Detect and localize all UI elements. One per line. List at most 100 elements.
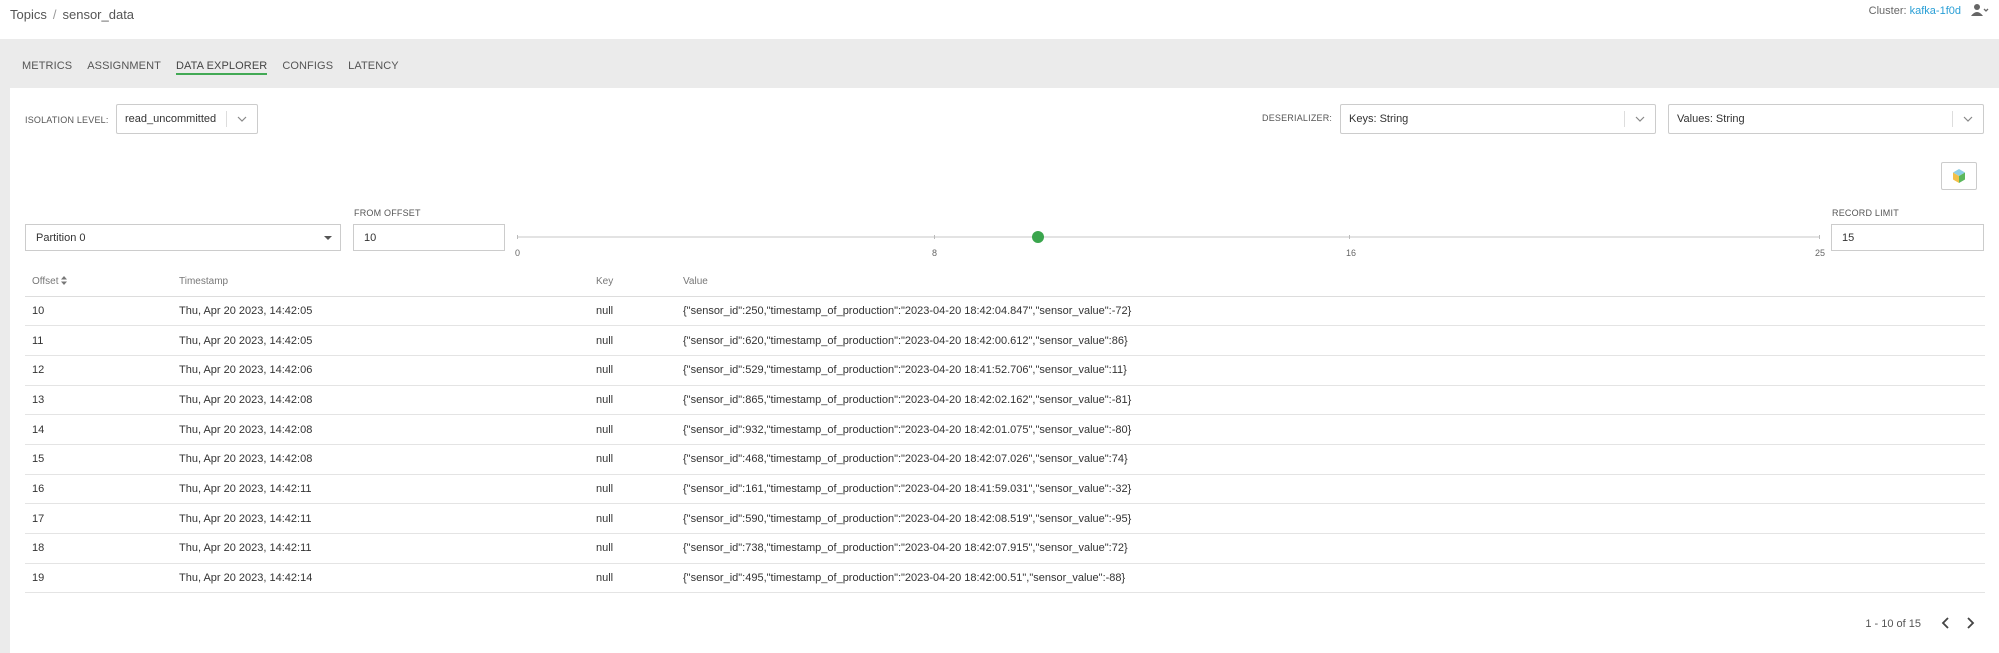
tab-configs[interactable]: CONFIGS	[282, 60, 333, 75]
offset-header-label: Offset	[32, 276, 59, 287]
cell-timestamp: Thu, Apr 20 2023, 14:42:08	[172, 385, 589, 416]
chevron-right-icon[interactable]	[1963, 616, 1977, 630]
cell-offset: 11	[25, 325, 172, 356]
table-body: 10 Thu, Apr 20 2023, 14:42:05 null {"sensor…	[25, 296, 1985, 594]
value-column-header: Value	[683, 276, 708, 287]
table-row[interactable]: 17 Thu, Apr 20 2023, 14:42:11 null {"sensor…	[25, 503, 1985, 534]
tab-assignment[interactable]: ASSIGNMENT	[87, 60, 161, 75]
isolation-level-select[interactable]: read_uncommitted	[116, 104, 258, 134]
cell-offset: 14	[25, 414, 172, 445]
offset-slider-thumb[interactable]	[1032, 231, 1045, 243]
cell-value: {"sensor_id":932,"timestamp_of_productio…	[676, 414, 1985, 445]
cube-icon	[1953, 169, 1965, 183]
cell-key: null	[589, 503, 676, 534]
slider-tick-label: 0	[515, 248, 521, 258]
tab-metrics[interactable]: METRICS	[22, 60, 72, 75]
partition-select[interactable]: Partition 0	[25, 224, 341, 251]
cell-value: {"sensor_id":738,"timestamp_of_productio…	[676, 533, 1985, 564]
deserializer-label: DESERIALIZER:	[1262, 113, 1333, 123]
isolation-level-label: ISOLATION LEVEL:	[25, 115, 109, 125]
chevron-down-icon	[1963, 116, 1973, 122]
table-row[interactable]: 14 Thu, Apr 20 2023, 14:42:08 null {"sensor…	[25, 414, 1985, 445]
timestamp-column-header: Timestamp	[179, 276, 229, 287]
caret-down-icon	[324, 236, 332, 240]
cube-button[interactable]	[1941, 162, 1977, 190]
cell-timestamp: Thu, Apr 20 2023, 14:42:05	[172, 296, 589, 327]
cell-timestamp: Thu, Apr 20 2023, 14:42:08	[172, 414, 589, 445]
table-row[interactable]: 13 Thu, Apr 20 2023, 14:42:08 null {"sensor…	[25, 385, 1985, 416]
cell-value: {"sensor_id":865,"timestamp_of_productio…	[676, 385, 1985, 416]
cell-timestamp: Thu, Apr 20 2023, 14:42:05	[172, 325, 589, 356]
cell-value: {"sensor_id":468,"timestamp_of_productio…	[676, 444, 1985, 475]
cell-offset: 13	[25, 385, 172, 416]
tab-bar: METRICS ASSIGNMENT DATA EXPLORER CONFIGS…	[22, 60, 399, 75]
tab-data-explorer[interactable]: DATA EXPLORER	[175, 60, 268, 75]
cluster-label: Cluster:	[1868, 5, 1907, 17]
from-offset-label: FROM OFFSET	[354, 208, 421, 218]
cell-timestamp: Thu, Apr 20 2023, 14:42:11	[172, 533, 589, 564]
breadcrumb-current: sensor_data	[62, 7, 135, 22]
cell-value: {"sensor_id":529,"timestamp_of_productio…	[676, 355, 1985, 386]
chevron-down-icon	[1635, 116, 1645, 122]
sort-icon	[61, 276, 68, 285]
cell-offset: 10	[25, 296, 172, 327]
select-divider	[1952, 111, 1953, 127]
table-row[interactable]: 15 Thu, Apr 20 2023, 14:42:08 null {"sensor…	[25, 444, 1985, 475]
table-row[interactable]: 18 Thu, Apr 20 2023, 14:42:11 null {"sensor…	[25, 533, 1985, 564]
cell-timestamp: Thu, Apr 20 2023, 14:42:11	[172, 474, 589, 505]
cell-offset: 12	[25, 355, 172, 386]
pagination-text: 1 - 10 of 15	[1865, 618, 1921, 630]
cell-offset: 16	[25, 474, 172, 505]
record-limit-input[interactable]	[1831, 224, 1984, 251]
cell-key: null	[589, 414, 676, 445]
table-row[interactable]: 19 Thu, Apr 20 2023, 14:42:14 null {"sensor…	[25, 563, 1985, 594]
from-offset-input[interactable]	[353, 224, 505, 251]
slider-tick	[1349, 235, 1350, 239]
cell-offset: 17	[25, 503, 172, 534]
slider-tick-label: 16	[1346, 248, 1357, 258]
user-menu[interactable]	[1971, 3, 1989, 20]
select-divider	[1624, 111, 1625, 127]
key-column-header: Key	[596, 276, 614, 287]
slider-tick	[517, 235, 518, 239]
breadcrumb: Topics / sensor_data	[10, 7, 134, 22]
offset-column-header[interactable]: Offset	[25, 276, 172, 296]
cell-offset: 19	[25, 563, 172, 594]
data-explorer-panel: ISOLATION LEVEL: read_uncommitted DESERI…	[10, 88, 1999, 653]
cell-key: null	[589, 355, 676, 386]
cell-value: {"sensor_id":495,"timestamp_of_productio…	[676, 563, 1985, 594]
table-row[interactable]: 11 Thu, Apr 20 2023, 14:42:05 null {"sensor…	[25, 325, 1985, 356]
cluster-link[interactable]: kafka-1f0d	[1910, 5, 1961, 17]
table-row[interactable]: 12 Thu, Apr 20 2023, 14:42:06 null {"sensor…	[25, 355, 1985, 386]
chevron-left-icon[interactable]	[1939, 616, 1953, 630]
values-deserializer-select[interactable]: Values: String	[1668, 104, 1984, 134]
cell-key: null	[589, 474, 676, 505]
slider-tick-label: 25	[1815, 248, 1826, 258]
offset-slider-track[interactable]	[517, 236, 1820, 238]
cell-value: {"sensor_id":250,"timestamp_of_productio…	[676, 296, 1985, 327]
cell-timestamp: Thu, Apr 20 2023, 14:42:11	[172, 503, 589, 534]
cell-value: {"sensor_id":620,"timestamp_of_productio…	[676, 325, 1985, 356]
cell-key: null	[589, 296, 676, 327]
breadcrumb-topics-link[interactable]: Topics	[10, 7, 47, 22]
cell-timestamp: Thu, Apr 20 2023, 14:42:14	[172, 563, 589, 594]
cell-key: null	[589, 325, 676, 356]
slider-tick-label: 8	[932, 248, 938, 258]
keys-deserializer-value: Keys: String	[1349, 113, 1409, 125]
table-row[interactable]: 10 Thu, Apr 20 2023, 14:42:05 null {"sensor…	[25, 296, 1985, 327]
top-bar: Topics / sensor_data Cluster: kafka-1f0d	[0, 0, 1999, 39]
keys-deserializer-select[interactable]: Keys: String	[1340, 104, 1656, 134]
table-row[interactable]: 16 Thu, Apr 20 2023, 14:42:11 null {"sensor…	[25, 474, 1985, 505]
tab-latency[interactable]: LATENCY	[348, 60, 399, 75]
select-divider	[226, 111, 227, 127]
breadcrumb-separator: /	[52, 7, 57, 22]
chevron-down-icon	[237, 116, 247, 122]
values-deserializer-value: Values: String	[1677, 113, 1745, 125]
cell-key: null	[589, 444, 676, 475]
cell-timestamp: Thu, Apr 20 2023, 14:42:06	[172, 355, 589, 386]
slider-tick	[1819, 235, 1820, 239]
cell-key: null	[589, 385, 676, 416]
messages-table: Offset Timestamp Key Value 10 Thu, Apr 20…	[25, 276, 1985, 594]
cell-key: null	[589, 563, 676, 594]
slider-tick	[934, 235, 935, 239]
